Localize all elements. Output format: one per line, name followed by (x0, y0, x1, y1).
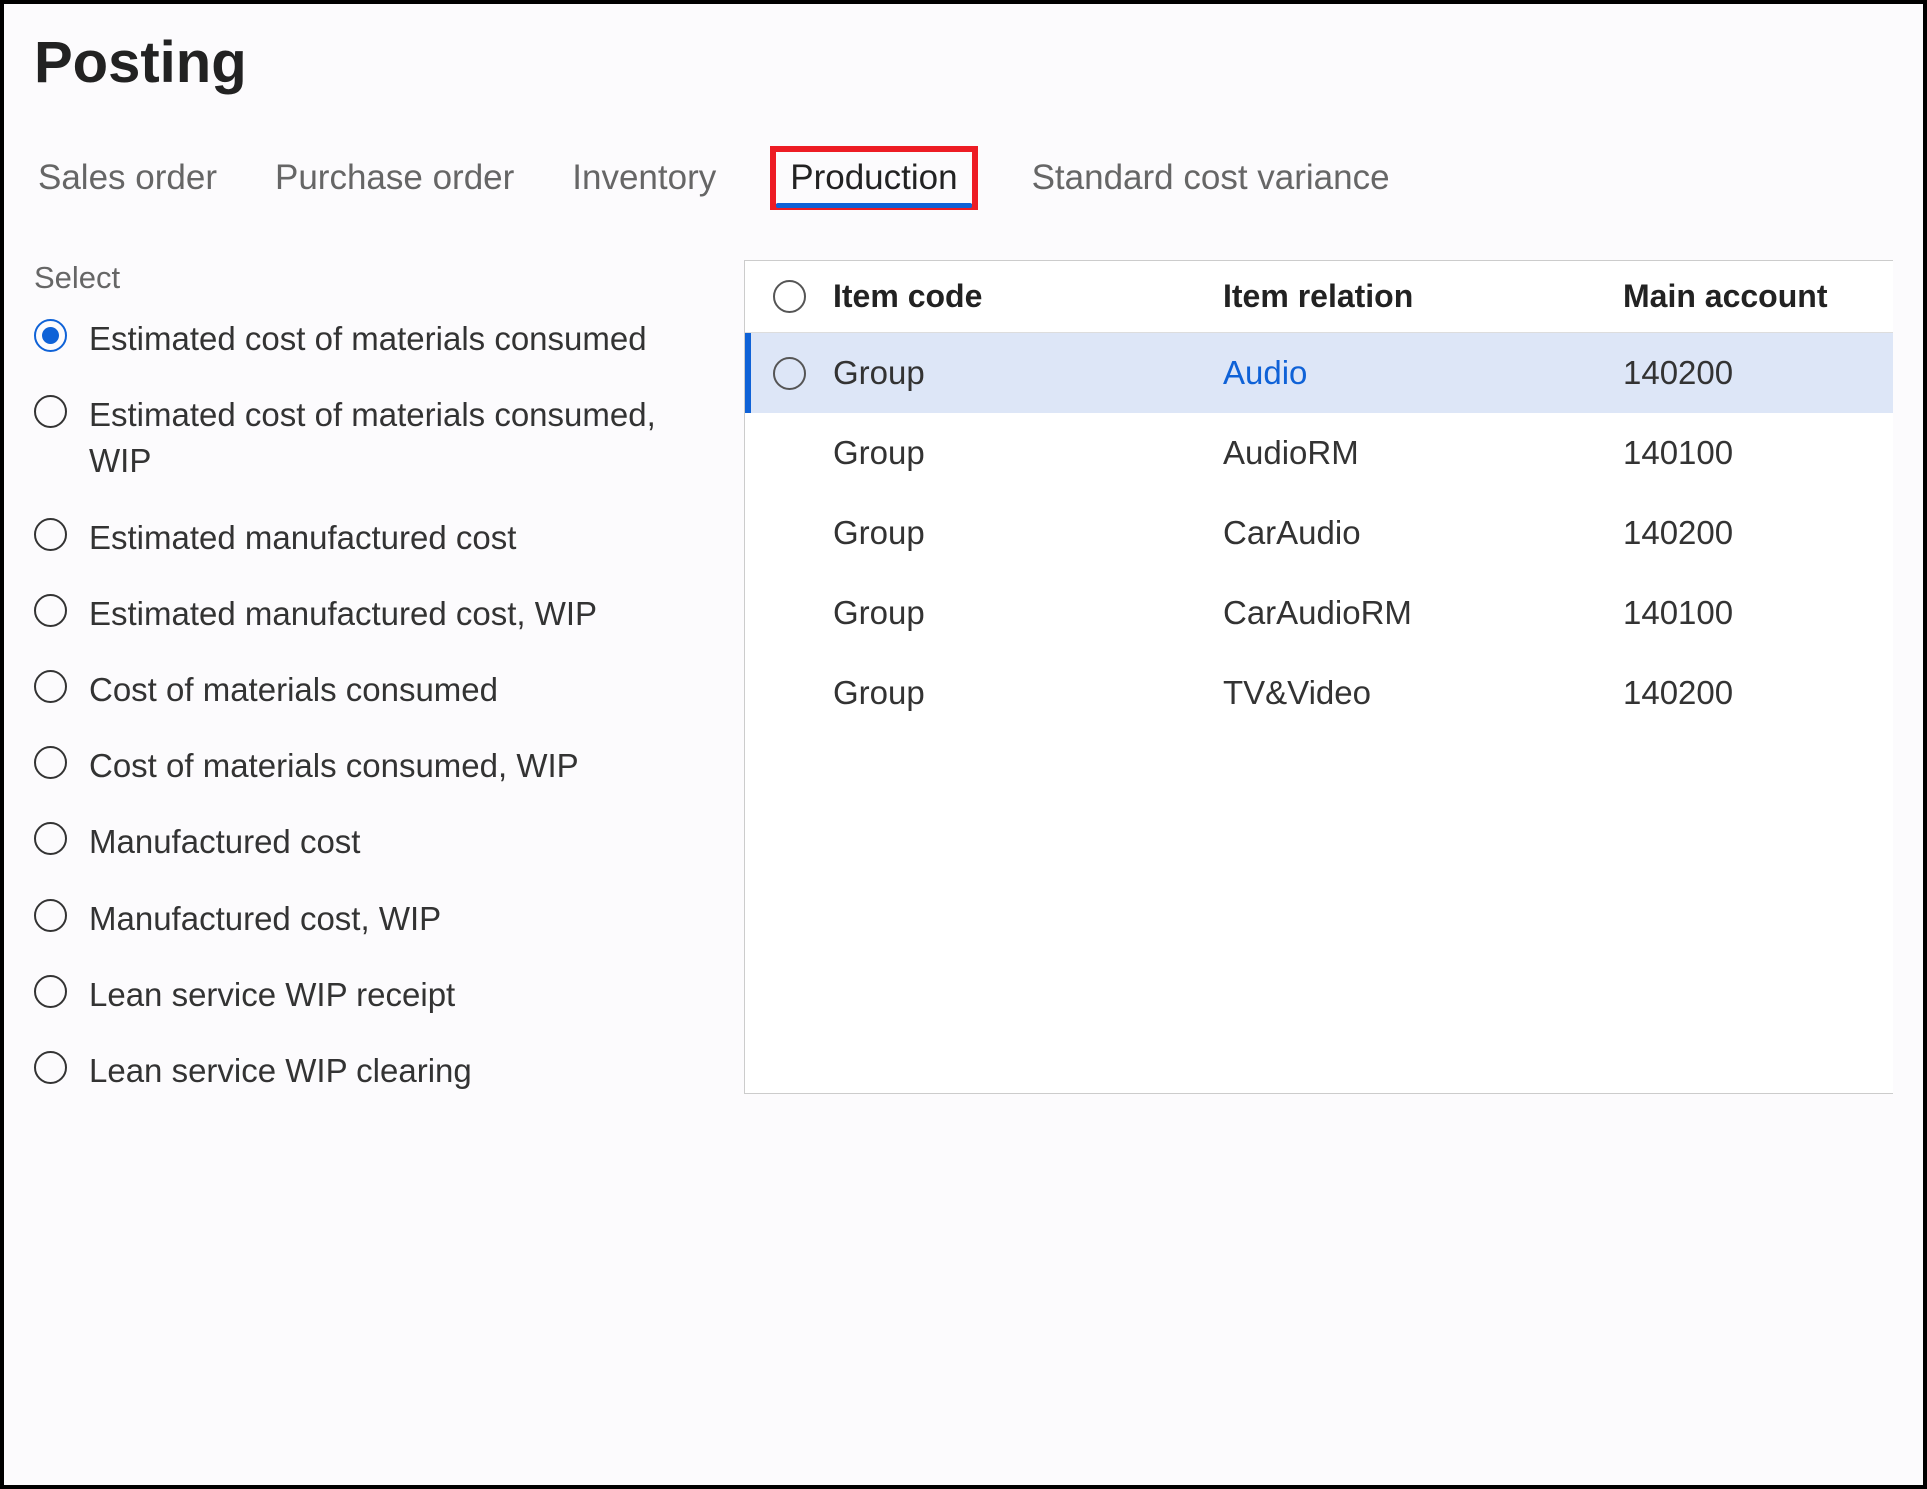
radio-label: Manufactured cost, WIP (89, 896, 441, 942)
radio-option[interactable]: Manufactured cost (34, 819, 714, 865)
cell-item-relation: CarAudioRM (1223, 594, 1623, 632)
radio-icon (34, 822, 67, 855)
radio-icon (34, 395, 67, 428)
grid-header-row: Item code Item relation Main account (745, 261, 1893, 333)
radio-icon (34, 594, 67, 627)
radio-icon (34, 975, 67, 1008)
radio-label: Estimated cost of materials consumed, WI… (89, 392, 659, 484)
grid-panel: Item code Item relation Main account Gro… (744, 260, 1893, 1094)
radio-icon (34, 746, 67, 779)
tab-sales-order[interactable]: Sales order (34, 150, 221, 206)
radio-option[interactable]: Estimated cost of materials consumed, WI… (34, 392, 714, 484)
cell-item-code: Group (833, 594, 1223, 632)
cell-item-relation: CarAudio (1223, 514, 1623, 552)
radio-icon (34, 1051, 67, 1084)
radio-icon (34, 518, 67, 551)
cell-item-relation: AudioRM (1223, 434, 1623, 472)
row-radio[interactable] (773, 357, 806, 390)
table-row[interactable]: GroupAudio140200 (745, 333, 1893, 413)
col-header-item-relation[interactable]: Item relation (1223, 278, 1623, 315)
radio-label: Estimated cost of materials consumed (89, 316, 647, 362)
radio-icon (34, 319, 67, 352)
main-container: Posting Sales order Purchase order Invento… (0, 0, 1927, 1489)
row-select-col (745, 357, 833, 390)
radio-label: Estimated manufactured cost (89, 515, 516, 561)
radio-label: Cost of materials consumed (89, 667, 498, 713)
cell-item-code: Group (833, 514, 1223, 552)
cell-item-relation[interactable]: Audio (1223, 354, 1623, 392)
radio-icon (34, 899, 67, 932)
radio-label: Lean service WIP clearing (89, 1048, 472, 1094)
col-header-main-account[interactable]: Main account (1623, 278, 1893, 315)
radio-option[interactable]: Cost of materials consumed (34, 667, 714, 713)
cell-item-relation: TV&Video (1223, 674, 1623, 712)
radio-option[interactable]: Lean service WIP clearing (34, 1048, 714, 1094)
table-row[interactable]: GroupCarAudio140200 (745, 493, 1893, 573)
radio-label: Manufactured cost (89, 819, 360, 865)
tab-inventory[interactable]: Inventory (568, 150, 720, 206)
radio-option[interactable]: Estimated manufactured cost (34, 515, 714, 561)
select-panel: Select Estimated cost of materials consu… (34, 260, 714, 1094)
tab-production[interactable]: Production (770, 146, 977, 210)
select-all-radio[interactable] (773, 280, 806, 313)
radio-option[interactable]: Lean service WIP receipt (34, 972, 714, 1018)
cell-item-code: Group (833, 354, 1223, 392)
cell-main-account: 140200 (1623, 514, 1893, 552)
radio-list: Estimated cost of materials consumed Esti… (34, 316, 714, 1094)
select-label: Select (34, 260, 714, 296)
radio-option[interactable]: Estimated manufactured cost, WIP (34, 591, 714, 637)
table-row[interactable]: GroupTV&Video140200 (745, 653, 1893, 733)
table-row[interactable]: GroupAudioRM140100 (745, 413, 1893, 493)
radio-label: Estimated manufactured cost, WIP (89, 591, 597, 637)
radio-option[interactable]: Cost of materials consumed, WIP (34, 743, 714, 789)
grid-header-select-col (745, 280, 833, 313)
cell-main-account: 140100 (1623, 434, 1893, 472)
tab-purchase-order[interactable]: Purchase order (271, 150, 518, 206)
table-row[interactable]: GroupCarAudioRM140100 (745, 573, 1893, 653)
tab-standard-cost-variance[interactable]: Standard cost variance (1028, 150, 1394, 206)
grid-rows: GroupAudio140200GroupAudioRM140100GroupC… (745, 333, 1893, 733)
content-area: Select Estimated cost of materials consu… (34, 260, 1893, 1094)
cell-main-account: 140200 (1623, 354, 1893, 392)
radio-label: Cost of materials consumed, WIP (89, 743, 579, 789)
cell-item-code: Group (833, 674, 1223, 712)
radio-label: Lean service WIP receipt (89, 972, 455, 1018)
radio-option[interactable]: Estimated cost of materials consumed (34, 316, 714, 362)
radio-icon (34, 670, 67, 703)
page-title: Posting (34, 29, 1893, 96)
radio-option[interactable]: Manufactured cost, WIP (34, 896, 714, 942)
col-header-item-code[interactable]: Item code (833, 278, 1223, 315)
cell-main-account: 140100 (1623, 594, 1893, 632)
tabs: Sales order Purchase order Inventory Produc… (34, 146, 1893, 210)
cell-item-code: Group (833, 434, 1223, 472)
cell-main-account: 140200 (1623, 674, 1893, 712)
